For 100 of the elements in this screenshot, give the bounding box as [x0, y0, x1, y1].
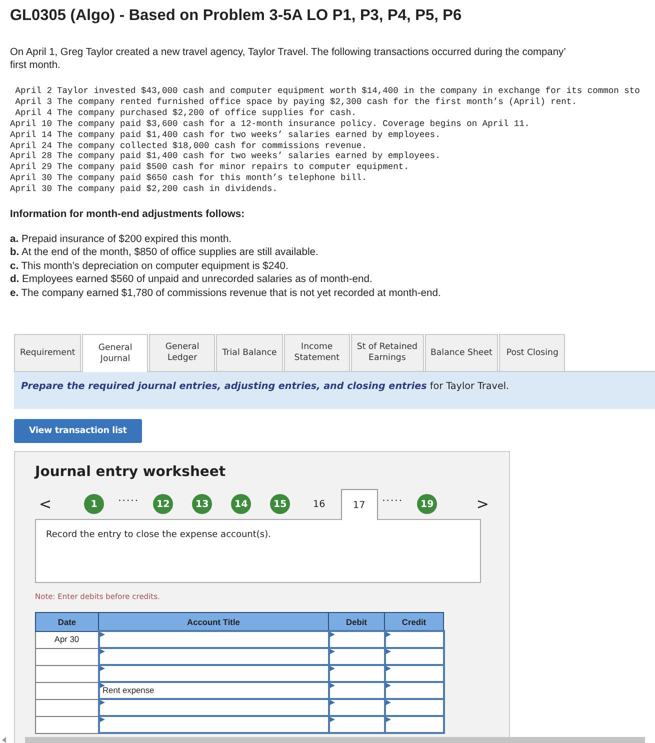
- transaction-date: April 24: [10, 140, 52, 152]
- ellipsis-text: .....: [117, 492, 140, 506]
- transaction-text: The company collected $18,000 cash for commissions revenue.: [57, 140, 368, 152]
- worksheet-title: Journal entry worksheet: [35, 464, 227, 482]
- adjustment-item: a. Prepaid insurance of $200 expired this month.: [10, 233, 233, 246]
- transaction-date: April 30: [10, 184, 52, 196]
- tab[interactable]: St of Retained Earnings: [350, 334, 424, 372]
- transaction-text: Taylor invested $43,000 cash and computer equipment worth $14,400 in the company in exchange for its common sto: [57, 86, 640, 97]
- step-number[interactable]: 1: [84, 494, 104, 514]
- view-transactions-button[interactable]: View transaction list: [14, 419, 142, 444]
- transaction-date: April 14: [10, 130, 52, 141]
- account-field[interactable]: [98, 665, 328, 682]
- column-header: Debit: [328, 612, 384, 632]
- scrollbar-thumb[interactable]: [25, 737, 645, 743]
- scroll-left-arrow-icon[interactable]: [2, 737, 7, 743]
- debit-field[interactable]: [328, 716, 384, 734]
- corner-marker-icon: [100, 649, 104, 654]
- corner-marker-icon: [386, 666, 390, 672]
- tab[interactable]: General Journal: [82, 334, 148, 372]
- next-arrow[interactable]: >: [474, 495, 491, 516]
- date-cell: [36, 648, 98, 666]
- tab[interactable]: Income Statement: [284, 334, 350, 372]
- transaction-text: The company paid $1,400 cash for two weeks’ salaries earned by employees.: [57, 151, 442, 162]
- transaction-date: April 2: [14, 86, 52, 97]
- tab[interactable]: Trial Balance: [216, 334, 283, 372]
- credit-field[interactable]: [384, 665, 444, 682]
- step-number[interactable]: 16: [309, 494, 330, 514]
- step-number[interactable]: 19: [417, 494, 438, 514]
- corner-marker-icon: [330, 683, 334, 688]
- credit-field[interactable]: [384, 682, 444, 700]
- date-cell: [36, 716, 98, 734]
- tab[interactable]: Balance Sheet: [424, 334, 498, 372]
- adjustment-item: e. The company earned $1,780 of commissions revenue that is not yet recorded at month-end.: [10, 286, 442, 300]
- account-field[interactable]: Rent expense: [98, 682, 328, 700]
- transaction-date: April 4: [14, 108, 52, 119]
- corner-marker-icon: [100, 632, 104, 638]
- tab[interactable]: General Ledger: [149, 334, 216, 372]
- credit-field[interactable]: [384, 699, 444, 716]
- debit-field[interactable]: [328, 665, 384, 682]
- tab[interactable]: Post Closing: [499, 334, 566, 372]
- date-cell: Apr 30: [36, 631, 98, 648]
- corner-marker-icon: [100, 717, 104, 722]
- corner-marker-icon: [386, 632, 390, 638]
- corner-marker-icon: [100, 683, 104, 688]
- step-number[interactable]: 14: [231, 494, 252, 514]
- corner-marker-icon: [386, 717, 390, 722]
- step-number[interactable]: 15: [270, 494, 290, 514]
- corner-marker-icon: [386, 683, 390, 688]
- step-tab[interactable]: 17: [340, 489, 378, 520]
- transaction-text: The company paid $3,600 cash for a 12-month insurance policy. Coverage begins on April 11.: [57, 118, 531, 130]
- column-header: Credit: [384, 612, 444, 632]
- transaction-date: April 10: [10, 118, 52, 130]
- account-field[interactable]: [98, 631, 328, 648]
- transaction-text: The company paid $500 cash for minor repairs to computer equipment.: [57, 162, 410, 174]
- corner-marker-icon: [330, 632, 334, 638]
- credit-field[interactable]: [384, 716, 444, 734]
- date-cell: [36, 682, 98, 700]
- transaction-text: The company purchased $2,200 of office supplies for cash.: [57, 108, 358, 119]
- transaction-date: April 30: [10, 173, 52, 184]
- corner-marker-icon: [386, 649, 390, 654]
- account-field[interactable]: [98, 648, 328, 666]
- transaction-text: The company rented furnished office space by paying $2,300 cash for the first month’s (April) rent.: [57, 96, 578, 108]
- corner-marker-icon: [386, 700, 390, 706]
- credit-field[interactable]: [384, 631, 444, 648]
- page-title: GL0305 (Algo) - Based on Problem 3-5A LO P1, P3, P4, P5, P6: [10, 6, 463, 26]
- step-number[interactable]: 13: [192, 494, 212, 514]
- transaction-text: The company paid $1,400 cash for two weeks’ salaries earned by employees.: [57, 130, 442, 141]
- section-heading: Information for month-end adjustments follows:: [10, 209, 246, 220]
- previous-arrow[interactable]: <: [37, 495, 54, 516]
- corner-marker-icon: [330, 666, 334, 672]
- corner-marker-icon: [330, 717, 334, 722]
- column-header: Date: [36, 612, 98, 632]
- ellipsis-text: .....: [381, 492, 404, 506]
- transaction-date: April 3: [14, 96, 52, 108]
- adjustment-item: d. Employees earned $560 of unpaid and unrecorded salaries as of month-end.: [10, 273, 374, 287]
- account-field[interactable]: [98, 699, 328, 716]
- step-number[interactable]: 12: [153, 494, 174, 514]
- credit-field[interactable]: [384, 648, 444, 666]
- date-cell: [36, 665, 98, 682]
- intro-text: On April 1, Greg Taylor created a new travel agency, Taylor Travel. The following transactions occurred during the company’: [10, 46, 567, 59]
- date-cell: [36, 699, 98, 716]
- column-header: Account Title: [98, 612, 328, 632]
- transaction-text: The company paid $2,200 cash in dividends.: [57, 184, 279, 196]
- corner-marker-icon: [100, 666, 104, 672]
- account-field[interactable]: [98, 716, 328, 734]
- debit-field[interactable]: [328, 699, 384, 716]
- intro-text: first month.: [10, 59, 62, 72]
- debit-field[interactable]: [328, 682, 384, 700]
- debit-field[interactable]: [328, 648, 384, 666]
- adjustment-item: b. At the end of the month, $850 of office supplies are still available.: [10, 246, 320, 260]
- instruction-text: Prepare the required journal entries, adjusting entries, and closing entries for Taylor Travel.: [21, 381, 510, 392]
- adjustment-item: c. This month’s depreciation on computer equipment is $240.: [10, 260, 290, 274]
- corner-marker-icon: [100, 700, 104, 706]
- transaction-text: The company paid $650 cash for this month’s telephone bill.: [57, 173, 368, 184]
- corner-marker-icon: [330, 649, 334, 654]
- corner-marker-icon: [330, 700, 334, 706]
- transaction-date: April 29: [10, 162, 52, 174]
- tab[interactable]: Requirement: [14, 334, 82, 372]
- debit-field[interactable]: [328, 631, 384, 648]
- prompt-text: Record the entry to close the expense account(s).: [35, 519, 481, 584]
